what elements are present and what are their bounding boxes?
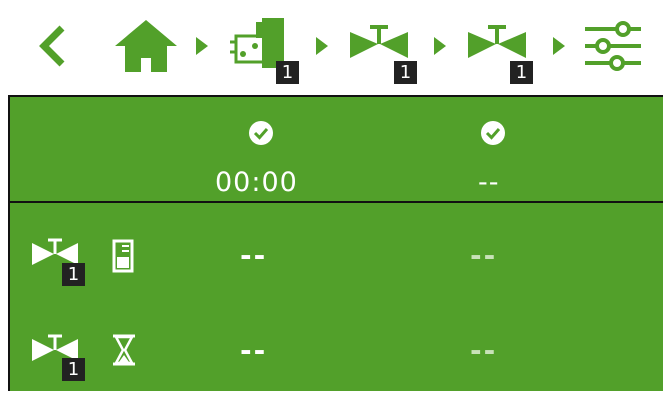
chevron-right-icon	[434, 37, 446, 55]
tank-level-icon	[112, 239, 134, 273]
breadcrumb-item-valve-1[interactable]: 1	[348, 24, 420, 84]
row-2-value-1: --	[240, 334, 268, 367]
chevron-right-icon	[196, 37, 208, 55]
column-1-value: 00:00	[215, 167, 298, 198]
chevron-right-icon	[316, 37, 328, 55]
check-circle-icon	[249, 121, 273, 145]
row-1-value-1: --	[240, 239, 268, 272]
valve-icon	[468, 25, 526, 58]
valve-badge: 1	[394, 61, 417, 84]
row-2-value-2: --	[470, 334, 498, 367]
breadcrumb-nav: 1 1 1	[0, 0, 663, 92]
chevron-left-icon[interactable]	[36, 24, 72, 68]
controller-badge: 1	[276, 61, 299, 84]
valve-badge: 1	[62, 263, 85, 286]
chevron-right-icon	[553, 37, 565, 55]
valve-icon	[350, 25, 408, 58]
table-row: 1 -- --	[10, 298, 663, 393]
home-icon[interactable]	[113, 18, 179, 74]
valve-badge: 1	[62, 358, 85, 381]
table-header-row: 00:00 --	[10, 97, 663, 203]
valve-badge: 1	[510, 61, 533, 84]
breadcrumb-item-controller[interactable]: 1	[230, 16, 300, 84]
column-2-value: --	[478, 167, 500, 198]
table-row: 1 -- --	[10, 203, 663, 298]
sliders-icon[interactable]	[583, 21, 643, 71]
program-panel: 00:00 -- 1 -- -- 1 -- --	[8, 95, 663, 391]
check-circle-icon	[481, 121, 505, 145]
row-1-value-2: --	[470, 239, 498, 272]
hourglass-icon	[113, 334, 135, 366]
breadcrumb-item-valve-2[interactable]: 1	[466, 24, 538, 84]
